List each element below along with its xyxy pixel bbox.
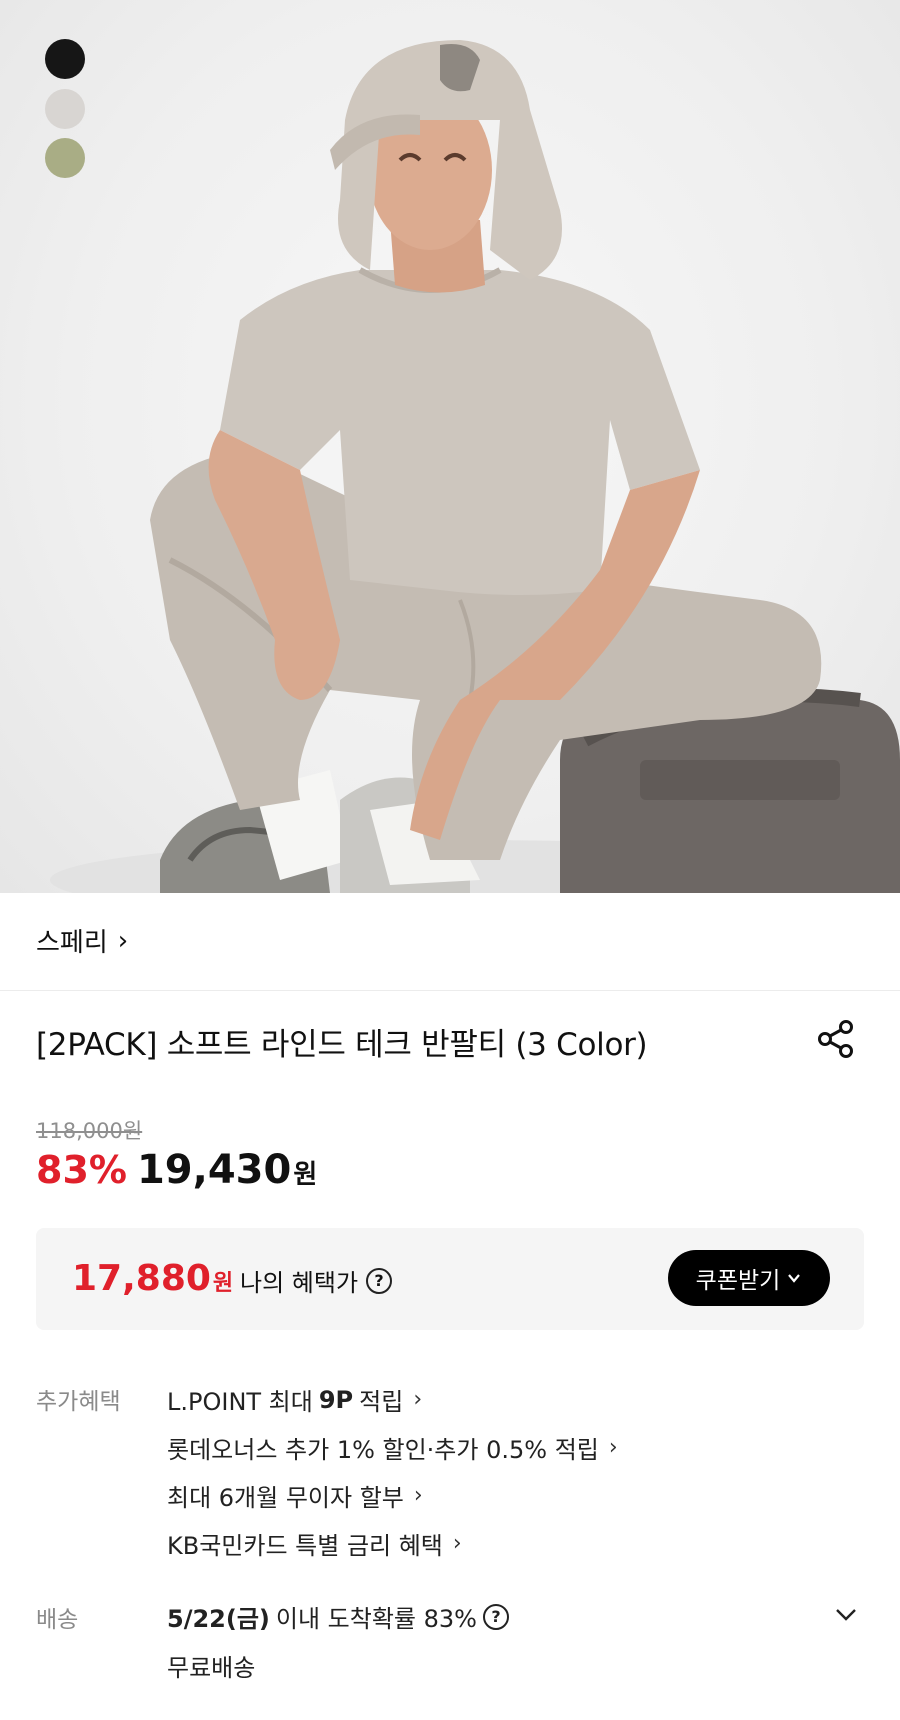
benefit-price-label: 나의 혜택가	[240, 1269, 359, 1297]
product-image[interactable]	[0, 0, 900, 893]
benefit-item-lotte-honors[interactable]: 롯데오너스 추가 1% 할인·추가 0.5% 적립 ›	[167, 1430, 618, 1465]
model-photo	[50, 40, 900, 893]
benefit-item-installment[interactable]: 최대 6개월 무이자 할부 ›	[167, 1478, 423, 1513]
original-price: 118,000원	[36, 1119, 143, 1143]
shipping-date: 5/22(금)	[167, 1605, 270, 1633]
benefit-item-text-end: 적립	[359, 1388, 404, 1416]
brand-link[interactable]: 스페리 ›	[36, 922, 128, 959]
currency-unit: 원	[293, 1160, 318, 1190]
discount-rate: 83%	[36, 1148, 127, 1192]
benefit-price-unit: 원	[212, 1271, 234, 1296]
benefit-item-kb-card[interactable]: KB국민카드 특별 금리 혜택 ›	[167, 1526, 462, 1561]
price-row: 83% 19,430 원	[36, 1147, 317, 1193]
shipping-label: 배송	[36, 1607, 79, 1633]
color-swatch-black[interactable]	[45, 39, 85, 79]
chevron-down-icon[interactable]	[832, 1600, 860, 1628]
benefit-price: 17,880 원	[72, 1258, 233, 1299]
shipping-text: 이내 도착확률 83%	[275, 1605, 477, 1633]
divider	[0, 990, 900, 991]
get-coupon-button[interactable]: 쿠폰받기	[668, 1250, 830, 1306]
sale-price: 19,430	[136, 1147, 292, 1193]
share-icon[interactable]	[815, 1018, 857, 1060]
help-icon[interactable]: ?	[366, 1267, 393, 1294]
brand-name: 스페리	[36, 928, 108, 958]
benefit-item-bold: 9P	[318, 1385, 354, 1414]
extra-benefits-label: 추가혜택	[36, 1389, 121, 1415]
chevron-right-icon: ›	[608, 1435, 618, 1460]
chevron-right-icon: ›	[452, 1531, 462, 1556]
benefit-item-lpoint[interactable]: L.POINT 최대 9P 적립 ›	[167, 1382, 422, 1417]
shipping-estimate: 5/22(금) 이내 도착확률 83% ?	[167, 1599, 509, 1634]
coupon-button-label: 쿠폰받기	[695, 1268, 781, 1294]
benefit-item-text: KB국민카드 특별 금리 혜택	[167, 1532, 443, 1560]
help-icon[interactable]: ?	[482, 1603, 509, 1630]
free-shipping: 무료배송	[167, 1654, 256, 1682]
benefit-item-text: L.POINT 최대	[167, 1388, 313, 1416]
color-swatch-light-gray[interactable]	[45, 89, 85, 129]
my-benefit-box: 17,880 원 나의 혜택가 ? 쿠폰받기	[36, 1228, 864, 1330]
benefit-item-text: 최대 6개월 무이자 할부	[167, 1484, 404, 1512]
chevron-down-icon	[788, 1274, 801, 1283]
color-swatch-sage[interactable]	[45, 138, 85, 178]
chevron-right-icon: ›	[413, 1483, 423, 1508]
benefit-price-label-group: 나의 혜택가 ?	[240, 1263, 393, 1298]
product-title: [2PACK] 소프트 라인드 테크 반팔티 (3 Color)	[36, 1027, 648, 1063]
chevron-right-icon: ›	[117, 925, 129, 956]
benefit-price-value: 17,880	[72, 1258, 211, 1299]
chevron-right-icon: ›	[413, 1387, 423, 1412]
benefit-item-text: 롯데오너스 추가 1% 할인·추가 0.5% 적립	[167, 1436, 599, 1464]
